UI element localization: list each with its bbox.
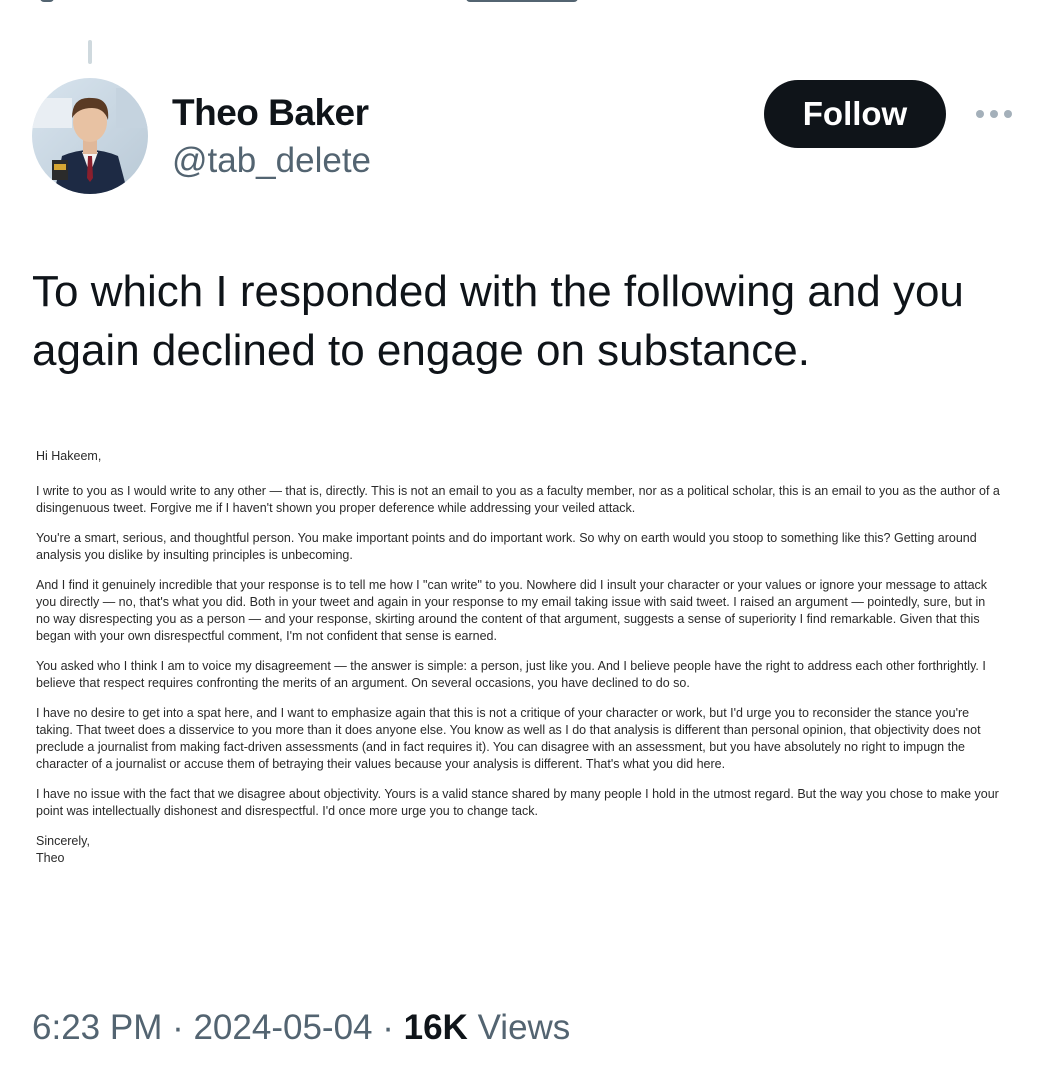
cropped-icon-fragment	[40, 0, 54, 2]
avatar[interactable]	[32, 78, 148, 194]
tweet-time[interactable]: 6:23 PM	[32, 1008, 162, 1047]
views-count[interactable]: 16K	[404, 1008, 468, 1047]
letter-paragraph: You asked who I think I am to voice my d…	[36, 659, 986, 690]
author-name[interactable]: Theo Baker	[172, 92, 369, 134]
cropped-text-fragment	[466, 0, 578, 2]
profile-photo-icon	[32, 78, 148, 194]
attached-letter-image[interactable]: Hi Hakeem, I write to you as I would wri…	[36, 448, 1000, 867]
tweet-meta: 6:23 PM · 2024-05-04 · 16K Views	[32, 1008, 570, 1048]
letter-greeting: Hi Hakeem,	[36, 449, 102, 463]
views-label: Views	[477, 1008, 571, 1047]
letter-signature: Theo	[36, 851, 65, 865]
thread-connector-line	[88, 40, 92, 64]
letter-paragraph: I write to you as I would write to any o…	[36, 484, 1000, 515]
more-options-icon[interactable]	[974, 104, 1018, 124]
meta-separator: ·	[162, 1008, 194, 1047]
letter-paragraph: You're a smart, serious, and thoughtful …	[36, 531, 977, 562]
letter-signoff: Sincerely,	[36, 834, 90, 848]
tweet-text: To which I responded with the following …	[32, 267, 964, 375]
tweet-date[interactable]: 2024-05-04	[193, 1008, 372, 1047]
follow-button[interactable]: Follow	[764, 80, 946, 148]
letter-paragraph: I have no desire to get into a spat here…	[36, 706, 981, 771]
letter-paragraph: I have no issue with the fact that we di…	[36, 787, 999, 818]
meta-separator: ·	[372, 1008, 404, 1047]
author-handle[interactable]: @tab_delete	[172, 141, 371, 181]
letter-paragraph: And I find it genuinely incredible that …	[36, 578, 988, 643]
